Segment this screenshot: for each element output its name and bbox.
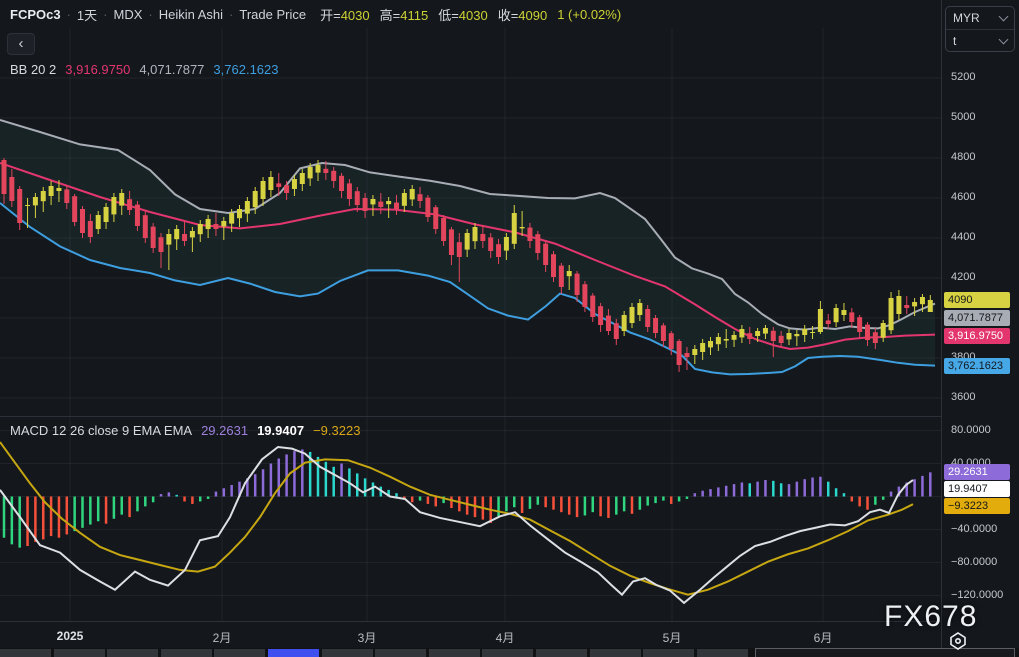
- series-label: Trade Price: [239, 7, 306, 22]
- trading-chart-app: FCPOc3 · 1天 · MDX · Heikin Ashi · Trade …: [0, 0, 1019, 657]
- macd-axis-label: −80.0000: [951, 556, 997, 568]
- taskbar-segment[interactable]: [643, 649, 694, 657]
- taskbar-segment[interactable]: [590, 649, 641, 657]
- taskbar-segment[interactable]: [322, 649, 373, 657]
- fx678-watermark: FX678: [884, 600, 977, 634]
- time-scale[interactable]: 2025 2月 3月 4月 5月 6月: [0, 621, 1019, 648]
- ohlc-pair: 高=4115: [380, 5, 429, 24]
- macd-indicator-legend[interactable]: MACD 12 26 close 9 EMA EMA 29.2631 19.940…: [10, 423, 360, 438]
- bb-legend-value: 3,916.9750: [65, 62, 130, 77]
- macd-pane[interactable]: [0, 442, 932, 603]
- macd-legend-title[interactable]: MACD 12 26 close 9 EMA EMA: [10, 423, 192, 438]
- fx678-logo-icon: [947, 631, 969, 651]
- unit-value: t: [953, 34, 956, 48]
- taskbar-segment[interactable]: [214, 649, 265, 657]
- macd-legend-value: 29.2631: [201, 423, 248, 438]
- taskbar-segment[interactable]: [375, 649, 426, 657]
- taskbar-segment[interactable]: [54, 649, 105, 657]
- price-badge: 3,916.9750: [944, 328, 1010, 344]
- price-axis-label: 3600: [951, 391, 975, 403]
- exchange-label: MDX: [114, 7, 143, 22]
- price-scale-panel[interactable]: MYR t 5200500048004600440042003800360080…: [941, 0, 1019, 657]
- unit-selector-box: MYR t: [945, 6, 1015, 52]
- taskbar-segment[interactable]: [482, 649, 533, 657]
- time-axis-label: 3月: [358, 629, 377, 646]
- price-badge: 4,071.7877: [944, 310, 1010, 326]
- price-badge: 29.2631: [944, 464, 1010, 480]
- taskbar-segment[interactable]: [536, 649, 587, 657]
- currency-value: MYR: [953, 11, 980, 25]
- taskbar-segment[interactable]: [0, 649, 51, 657]
- price-badge: 19.9407: [944, 481, 1010, 497]
- chart-style-label: Heikin Ashi: [159, 7, 223, 22]
- ohlc-pair: 开=4030: [320, 5, 370, 24]
- price-badge: 4090: [944, 292, 1010, 308]
- price-axis-label: 4800: [951, 151, 975, 163]
- chevron-down-icon: [999, 12, 1009, 22]
- time-axis-label: 2月: [213, 629, 232, 646]
- price-axis-label: 4600: [951, 191, 975, 203]
- separator-dot: ·: [103, 7, 107, 22]
- bb-legend-value: 3,762.1623: [213, 62, 278, 77]
- price-axis-label: 5000: [951, 111, 975, 123]
- price-axis-label: 5200: [951, 71, 975, 83]
- macd-axis-label: −40.0000: [951, 523, 997, 535]
- bb-legend-title[interactable]: BB 20 2: [10, 62, 56, 77]
- time-axis-label: 2025: [57, 629, 84, 643]
- taskbar-segment[interactable]: [107, 649, 158, 657]
- unit-dropdown[interactable]: t: [946, 29, 1014, 51]
- chart-canvas[interactable]: [0, 0, 1019, 657]
- macd-main-line: [0, 447, 913, 603]
- currency-dropdown[interactable]: MYR: [946, 7, 1014, 29]
- symbol-header[interactable]: FCPOc3 · 1天 · MDX · Heikin Ashi · Trade …: [0, 0, 941, 28]
- taskbar-strip: [0, 648, 1019, 657]
- interval-label[interactable]: 1天: [77, 5, 97, 24]
- bb-indicator-legend[interactable]: BB 20 2 3,916.9750 4,071.7877 3,762.1623: [10, 62, 279, 77]
- separator-dot: ·: [229, 7, 233, 22]
- ohlc-pair: 低=4030: [438, 5, 488, 24]
- back-button[interactable]: ‹: [7, 33, 35, 55]
- symbol-name[interactable]: FCPOc3: [10, 7, 61, 22]
- macd-axis-label: −120.0000: [951, 589, 1003, 601]
- macd-legend-value: 19.9407: [257, 423, 304, 438]
- price-axis-label: 4200: [951, 271, 975, 283]
- bb-legend-value: 4,071.7877: [139, 62, 204, 77]
- ohlc-values: 开=4030 高=4115 低=4030 收=4090: [320, 5, 547, 24]
- taskbar-segment[interactable]: [429, 649, 480, 657]
- ohlc-pair: 收=4090: [498, 5, 548, 24]
- price-axis-label: 4400: [951, 231, 975, 243]
- macd-legend-value: −9.3223: [313, 423, 360, 438]
- separator-dot: ·: [148, 7, 152, 22]
- time-axis-label: 5月: [663, 629, 682, 646]
- taskbar-segment[interactable]: [697, 649, 748, 657]
- change-value: 1 (+0.02%): [557, 7, 621, 22]
- price-badge: −9.3223: [944, 498, 1010, 514]
- time-axis-label: 6月: [814, 629, 833, 646]
- chevron-down-icon: [999, 34, 1009, 44]
- back-arrow-icon: ‹: [19, 35, 24, 52]
- price-badge: 3,762.1623: [944, 358, 1010, 374]
- time-axis-label: 4月: [496, 629, 515, 646]
- taskbar-window-box[interactable]: [755, 648, 1015, 657]
- separator-dot: ·: [67, 7, 71, 22]
- macd-axis-label: 80.0000: [951, 424, 991, 436]
- taskbar-segment[interactable]: [161, 649, 212, 657]
- taskbar-segment-active[interactable]: [268, 649, 319, 657]
